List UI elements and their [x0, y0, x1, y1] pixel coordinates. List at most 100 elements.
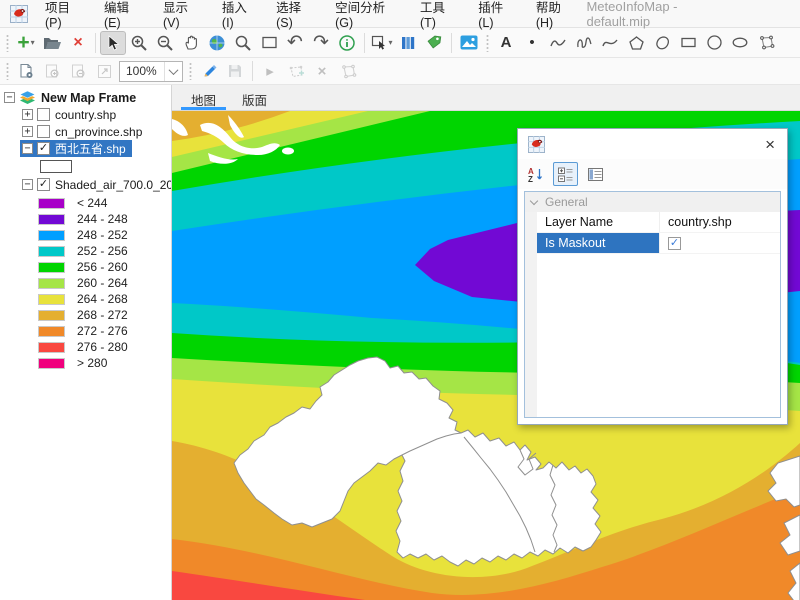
tab-layout[interactable]: 版面	[229, 85, 280, 110]
menu-edit[interactable]: 编辑(E)	[95, 0, 154, 35]
save-edits-button[interactable]	[222, 59, 248, 83]
layer-visibility-checkbox[interactable]	[37, 108, 50, 121]
toolbar-separator	[451, 33, 452, 53]
combobox-dropdown-button[interactable]	[164, 62, 182, 81]
layer-visibility-checkbox[interactable]	[37, 125, 50, 138]
tree-node-layer-xibei-selected[interactable]: − ✓ 西北五省.shp	[0, 140, 171, 157]
select-features-button[interactable]: ▾	[369, 31, 395, 55]
property-pages-button[interactable]	[583, 162, 608, 186]
menu-help[interactable]: 帮助(H)	[527, 0, 587, 35]
toolbar-drag-grip[interactable]	[5, 34, 10, 52]
legend-label: 252 - 256	[77, 244, 128, 258]
menu-plugins[interactable]: 插件(L)	[469, 0, 527, 35]
globe-icon	[208, 34, 226, 52]
main-toolbar: + ▾ ×	[0, 28, 800, 58]
identify-button[interactable]	[334, 31, 360, 55]
zoom-to-layer-button[interactable]	[230, 31, 256, 55]
menu-tools[interactable]: 工具(T)	[411, 0, 469, 35]
remove-layer-button[interactable]: ×	[65, 31, 91, 55]
freehand-line-tool-button[interactable]	[571, 31, 597, 55]
collapse-box-icon[interactable]: −	[22, 179, 33, 190]
dialog-titlebar[interactable]: ×	[518, 129, 787, 159]
toolbar-drag-grip[interactable]	[485, 34, 490, 52]
open-project-button[interactable]	[39, 31, 65, 55]
pentagon-icon	[628, 35, 645, 51]
legend-item: > 280	[0, 355, 171, 371]
page-zoom-out-button[interactable]	[65, 59, 91, 83]
text-tool-button[interactable]: A	[493, 31, 519, 55]
layer-visibility-checkbox[interactable]: ✓	[37, 178, 50, 191]
legend-label: 260 - 264	[77, 276, 128, 290]
add-vertex-button[interactable]	[283, 59, 309, 83]
polygon-tool-button[interactable]	[623, 31, 649, 55]
insert-image-button[interactable]	[456, 31, 482, 55]
toolbar-drag-grip[interactable]	[188, 62, 193, 80]
menu-view[interactable]: 显示(V)	[154, 0, 213, 35]
select-tool-button[interactable]	[100, 31, 126, 55]
tree-node-layer-country[interactable]: + country.shp	[0, 106, 171, 123]
page-setup-button[interactable]	[13, 59, 39, 83]
collapse-box-icon[interactable]: −	[22, 143, 33, 154]
map-frame-label: New Map Frame	[41, 91, 136, 105]
zoom-out-tool-button[interactable]	[152, 31, 178, 55]
dialog-logo-icon	[528, 136, 545, 153]
circle-tool-button[interactable]	[701, 31, 727, 55]
add-layer-button[interactable]: + ▾	[13, 31, 39, 55]
tree-node-layer-shaded-air[interactable]: − ✓ Shaded_air_700.0_2016	[0, 176, 171, 193]
chevron-down-icon: ▾	[388, 38, 392, 47]
undo-button[interactable]: ↶	[282, 31, 308, 55]
full-extent-button[interactable]	[204, 31, 230, 55]
select-rectangle-button[interactable]	[256, 31, 282, 55]
edit-tool-button[interactable]	[196, 59, 222, 83]
start-edit-feature-button[interactable]: ▸	[257, 59, 283, 83]
expand-box-icon[interactable]: +	[22, 109, 33, 120]
dialog-close-button[interactable]: ×	[763, 136, 777, 153]
toolbar-drag-grip[interactable]	[5, 62, 10, 80]
sort-alphabetical-button[interactable]: A Z	[523, 162, 548, 186]
layer-visibility-checkbox[interactable]: ✓	[37, 142, 50, 155]
reshape-feature-button[interactable]	[335, 59, 361, 83]
label-button[interactable]	[421, 31, 447, 55]
page-zoom-in-button[interactable]	[39, 59, 65, 83]
menu-selection[interactable]: 选择(S)	[267, 0, 326, 35]
layer-property-dialog[interactable]: × A Z	[517, 128, 788, 425]
tree-node-map-frame[interactable]: − New Map Frame	[0, 89, 171, 106]
layer-name: Shaded_air_700.0_2016	[55, 178, 172, 192]
expand-box-icon[interactable]: +	[22, 126, 33, 137]
legend-item: < 244	[0, 195, 171, 211]
property-row-is-maskout[interactable]: Is Maskout ✓	[537, 233, 780, 254]
zoom-level-combobox[interactable]: 100%	[119, 61, 183, 82]
property-section-general[interactable]: General	[525, 192, 780, 212]
legend-label: > 280	[77, 356, 107, 370]
tab-map[interactable]: 地图	[178, 85, 229, 110]
rectangle-tool-button[interactable]	[675, 31, 701, 55]
attribute-table-button[interactable]	[395, 31, 421, 55]
ellipse-tool-button[interactable]	[727, 31, 753, 55]
legend-item: 272 - 276	[0, 323, 171, 339]
toolbar-separator	[252, 61, 253, 81]
property-value[interactable]: country.shp	[660, 215, 732, 229]
legend-item: 252 - 256	[0, 243, 171, 259]
curve-tool-button[interactable]	[597, 31, 623, 55]
property-row-layer-name[interactable]: Layer Name country.shp	[537, 212, 780, 233]
freehand-polygon-tool-button[interactable]	[649, 31, 675, 55]
delete-feature-button[interactable]: ×	[309, 59, 335, 83]
menu-insert[interactable]: 插入(I)	[213, 0, 267, 35]
is-maskout-checkbox[interactable]: ✓	[668, 237, 681, 250]
fit-to-page-button[interactable]	[91, 59, 117, 83]
point-tool-button[interactable]: •	[519, 31, 545, 55]
pan-tool-button[interactable]	[178, 31, 204, 55]
tree-node-layer-cn-province[interactable]: + cn_province.shp	[0, 123, 171, 140]
legend-item: 244 - 248	[0, 211, 171, 227]
menu-geoprocessing[interactable]: 空间分析(G)	[326, 0, 411, 35]
redo-button[interactable]: ↷	[308, 31, 334, 55]
legend-item-masked-fill[interactable]	[0, 157, 171, 176]
chevron-down-icon	[530, 196, 538, 204]
zoom-in-tool-button[interactable]	[126, 31, 152, 55]
polyline-tool-button[interactable]	[545, 31, 571, 55]
collapse-box-icon[interactable]: −	[4, 92, 15, 103]
categorized-view-button[interactable]	[553, 162, 578, 186]
edit-vertices-tool-button[interactable]	[753, 31, 779, 55]
menu-project[interactable]: 项目(P)	[36, 0, 95, 35]
legend-label: 244 - 248	[77, 212, 128, 226]
